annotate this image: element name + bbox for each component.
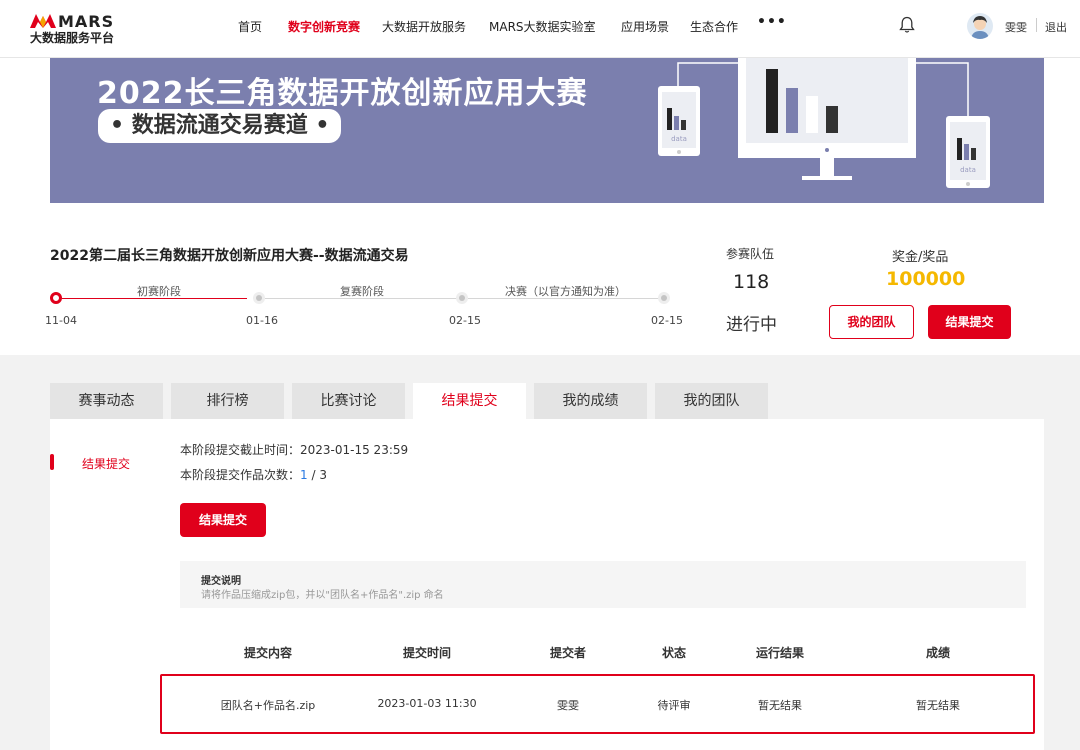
devices-illustration: data data	[658, 58, 990, 188]
stage-label-semifinal: 复赛阶段	[340, 285, 384, 298]
tab-result-submit[interactable]: 结果提交	[413, 383, 526, 419]
nav-home[interactable]: 首页	[238, 18, 262, 35]
banner-title: 2022长三角数据开放创新应用大赛	[97, 76, 588, 111]
logo[interactable]: MARS 大数据服务平台	[30, 12, 130, 46]
logo-subtitle: 大数据服务平台	[30, 31, 115, 45]
stage-label-final: 决赛（以官方通知为准）	[505, 285, 626, 298]
nav-ecosystem[interactable]: 生态合作	[690, 18, 738, 35]
username[interactable]: 雯雯	[1005, 19, 1027, 35]
side-active-indicator	[50, 454, 54, 470]
competition-banner: 2022长三角数据开放创新应用大赛 • 数据流通交易赛道 • data data	[50, 58, 1044, 203]
bell-icon[interactable]	[899, 16, 915, 34]
table-header-time: 提交时间	[402, 646, 452, 660]
top-header: MARS 大数据服务平台 首页 数字创新竞赛 大数据开放服务 MARS大数据实验…	[0, 0, 1080, 58]
submission-note: 提交说明 请将作品压缩成zip包，并以"团队名+作品名".zip 命名	[180, 561, 1026, 608]
mars-logo-icon	[30, 14, 56, 28]
my-team-button[interactable]: 我的团队	[829, 305, 914, 339]
result-submit-button[interactable]: 结果提交	[928, 305, 1011, 339]
stage-progress-line-3	[468, 298, 660, 299]
cell-submit-time: 2023-01-03 11:30	[377, 697, 477, 710]
stage-date-1: 11-04	[45, 314, 77, 327]
art-data-label-right: data	[960, 166, 976, 174]
submission-count-used: 1	[300, 468, 308, 482]
side-nav-result-submit[interactable]: 结果提交	[82, 455, 130, 472]
submission-count-total: 3	[319, 468, 327, 482]
art-data-label-left: data	[671, 135, 687, 143]
submission-count-prefix: 本阶段提交作品次数：	[180, 468, 301, 482]
stage-date-3: 02-15	[449, 314, 481, 327]
nav-application-scenarios[interactable]: 应用场景	[621, 18, 669, 35]
tab-my-scores[interactable]: 我的成绩	[534, 383, 647, 419]
submission-count: 本阶段提交作品次数：1 / 3	[180, 466, 327, 483]
note-description: 请将作品压缩成zip包，并以"团队名+作品名".zip 命名	[201, 590, 444, 601]
nav-digital-competition[interactable]: 数字创新竞赛	[288, 18, 360, 35]
nav-open-data-service[interactable]: 大数据开放服务	[382, 18, 466, 35]
prize-label: 奖金/奖品	[892, 250, 949, 265]
stage-progress-line-1	[62, 298, 247, 299]
avatar[interactable]	[967, 13, 993, 39]
table-header-run-result: 运行结果	[755, 646, 805, 660]
header-divider	[1036, 18, 1037, 32]
more-menu-icon[interactable]: •••	[757, 14, 787, 30]
tab-discussion[interactable]: 比赛讨论	[292, 383, 405, 419]
stage-progress-line-2	[265, 298, 457, 299]
stage-dot-current	[50, 292, 62, 304]
stage-dot-2	[253, 292, 265, 304]
tab-my-team[interactable]: 我的团队	[655, 383, 768, 419]
cell-status: 待评审	[657, 699, 691, 712]
tab-news[interactable]: 赛事动态	[50, 383, 163, 419]
stage-date-4: 02-15	[651, 314, 683, 327]
note-title: 提交说明	[201, 576, 241, 587]
stage-label-preliminary: 初赛阶段	[137, 285, 181, 298]
cell-run-result: 暂无结果	[758, 699, 802, 712]
competition-title: 2022第二届长三角数据开放创新应用大赛--数据流通交易	[50, 248, 409, 264]
cell-file-name[interactable]: 团队名+作品名.zip	[221, 697, 316, 713]
banner-track-tag: • 数据流通交易赛道 •	[98, 109, 342, 143]
teams-count: 118	[733, 271, 770, 293]
tab-leaderboard[interactable]: 排行榜	[171, 383, 284, 419]
stage-dot-3	[456, 292, 468, 304]
submission-deadline: 本阶段提交截止时间：2023-01-15 23:59	[180, 443, 409, 457]
submission-count-separator: /	[307, 468, 320, 482]
table-header-score: 成绩	[925, 646, 951, 660]
prize-value: 100000	[886, 268, 966, 290]
table-header-content: 提交内容	[243, 646, 293, 660]
stage-dot-4	[658, 292, 670, 304]
submit-result-button[interactable]: 结果提交	[180, 503, 266, 537]
cell-score: 暂无结果	[916, 699, 960, 712]
teams-label: 参赛队伍	[726, 247, 775, 261]
cell-submitter: 雯雯	[557, 699, 579, 712]
nav-mars-lab[interactable]: MARS大数据实验室	[489, 18, 596, 35]
stage-date-2: 01-16	[246, 314, 278, 327]
table-header-status: 状态	[661, 646, 687, 660]
table-header-submitter: 提交者	[549, 646, 587, 660]
logout-link[interactable]: 退出	[1045, 19, 1067, 35]
competition-status: 进行中	[726, 315, 777, 335]
